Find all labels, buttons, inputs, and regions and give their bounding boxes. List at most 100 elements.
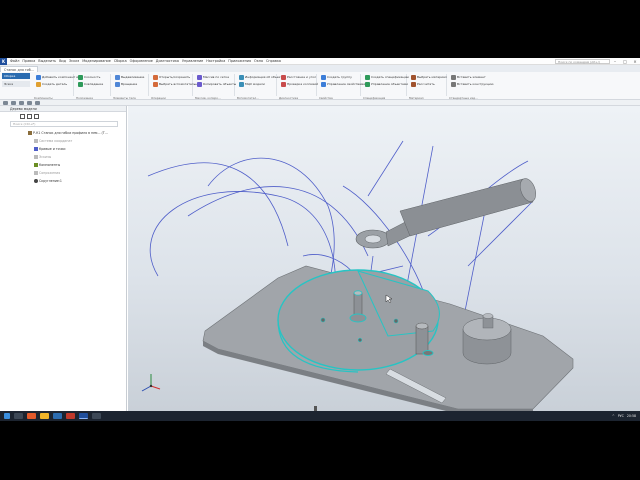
ribbon-group-components: Добавить компонент из... Создать деталь …	[34, 74, 83, 100]
revolve-icon	[115, 81, 120, 87]
menu-item[interactable]: Управление	[182, 59, 203, 63]
menu-item[interactable]: Настройка	[206, 59, 225, 63]
clock[interactable]: 20:58	[627, 414, 636, 418]
mass-properties-icon	[239, 81, 244, 87]
menu-item[interactable]: Файл	[10, 59, 19, 63]
insert-element-button[interactable]: Вставить элемент	[451, 74, 486, 80]
spec-icon	[365, 74, 370, 80]
command-search-input[interactable]: Поиск по командам (Alt+/)	[555, 58, 610, 64]
menu-item[interactable]: Сборка	[114, 59, 127, 63]
kompas-taskbar-icon[interactable]	[79, 413, 88, 419]
menu-item[interactable]: Моделирование	[82, 59, 111, 63]
maximize-icon[interactable]: □	[620, 59, 630, 64]
coincidence-button[interactable]: Совпадение	[78, 81, 103, 87]
menu-item[interactable]: Выделить	[38, 59, 56, 63]
create-group-button[interactable]: Создать группу	[321, 74, 352, 80]
object-info-button[interactable]: Информация об объекте	[239, 74, 284, 80]
insert-structure-icon	[451, 81, 456, 87]
tree-search-input[interactable]: Поиск (Ctrl+F)	[10, 121, 118, 127]
close-icon[interactable]: ×	[630, 59, 640, 64]
insert-structure-button[interactable]: Вставить конструкцию	[451, 81, 494, 87]
center-pin-top	[353, 290, 363, 296]
section-icon[interactable]	[35, 100, 40, 105]
ribbon-group-standard: Вставить элемент Вставить конструкцию Ст…	[449, 74, 494, 100]
tree-node-components[interactable]: Компоненты	[0, 161, 126, 169]
ribbon-group-position: Соосность Совпадение Положение	[76, 74, 111, 100]
collision-check-button[interactable]: Проверка коллизий	[281, 81, 318, 87]
filter-icon[interactable]	[27, 100, 32, 105]
manage-objects-button[interactable]: Управление объектами	[365, 81, 408, 87]
extrude-button[interactable]: Выдавливание	[115, 74, 144, 80]
handle-tube[interactable]	[399, 178, 534, 237]
menu-item[interactable]: Правка	[22, 59, 35, 63]
tray-arrow-icon[interactable]: ^	[612, 414, 615, 418]
zoom-icon[interactable]	[19, 100, 24, 105]
mode-sketch-button[interactable]: Эскиз	[2, 81, 30, 87]
handle-eye-hole	[364, 234, 382, 244]
taskbar-app-icon[interactable]	[53, 413, 62, 419]
display-mode-icon[interactable]	[11, 100, 16, 105]
taskbar-app-icon[interactable]	[66, 413, 75, 419]
collision-icon	[281, 81, 286, 87]
ribbon-group-array: Массив по сетке Копировать объекты Масси…	[195, 74, 237, 100]
tree-node-sketches[interactable]: Эскизы	[0, 153, 126, 161]
taskbar-app-icon[interactable]	[92, 413, 101, 419]
distance-angle-button[interactable]: Расстояние и угол	[281, 74, 316, 80]
menu-item[interactable]: Вид	[59, 59, 66, 63]
tree-node-root[interactable]: Р-К1 Станок для гибки профиля в нем... (…	[0, 129, 126, 137]
sketch-icon	[34, 155, 38, 159]
open-save-button[interactable]: Открыть/сохранить	[153, 74, 190, 80]
menu-item[interactable]: Эскиз	[69, 59, 79, 63]
menu-item[interactable]: Приложения	[228, 59, 251, 63]
ribbon-group-auxiliary: Информация об объекте МЦХ модели Вспомог…	[237, 74, 285, 100]
disc-hole	[357, 337, 363, 343]
fillet-icon	[34, 179, 38, 183]
search-icon[interactable]	[14, 413, 23, 419]
tree-structure-icon[interactable]	[20, 113, 25, 119]
folder-icon[interactable]	[40, 413, 49, 419]
tree-node-coord-system[interactable]: Система координат	[0, 137, 126, 145]
coaxial-button[interactable]: Соосность	[78, 74, 100, 80]
tree-node-curves[interactable]: Кривые и точки	[0, 145, 126, 153]
start-icon[interactable]	[4, 413, 10, 419]
mates-icon	[34, 171, 38, 175]
menu-item[interactable]: Справка	[266, 59, 281, 63]
menu-item[interactable]: Окно	[254, 59, 263, 63]
roller-pin[interactable]	[415, 325, 429, 355]
axis-triad-icon	[141, 374, 161, 392]
coincidence-icon	[78, 81, 83, 87]
mode-assembly-button[interactable]: Сборка	[2, 73, 30, 79]
tree-node-mates[interactable]: Сопряжения	[0, 169, 126, 177]
revolve-button[interactable]: Вращение	[115, 81, 137, 87]
view-orientation-icon[interactable]	[3, 100, 8, 105]
grid-array-button[interactable]: Массив по сетке	[197, 74, 229, 80]
center-pin[interactable]	[353, 292, 363, 316]
manage-properties-button[interactable]: Управление свойствами	[321, 81, 365, 87]
calculate-icon	[411, 81, 416, 87]
menu-item[interactable]: Диагностика	[156, 59, 179, 63]
clamp-knob-top	[482, 313, 494, 319]
system-tray: ^ РУС 20:58	[612, 414, 640, 418]
create-part-button[interactable]: Создать деталь	[36, 81, 67, 87]
taskbar-app-icon[interactable]	[27, 413, 36, 419]
ribbon-group-body: Выдавливание Вращение Элементы тела	[113, 74, 149, 100]
minimize-icon[interactable]: –	[610, 59, 620, 64]
create-spec-button[interactable]: Создать спецификацию	[365, 74, 409, 80]
roller-hole	[422, 350, 434, 356]
menu-item[interactable]: Оформление	[130, 59, 153, 63]
disc-hole	[393, 318, 399, 324]
tree-filter-icon[interactable]	[27, 113, 32, 119]
tree-node-fillet[interactable]: Скругление:1	[0, 177, 126, 185]
mass-properties-button[interactable]: МЦХ модели	[239, 81, 265, 87]
windows-taskbar: ^ РУС 20:58	[0, 411, 640, 421]
model-tree: Р-К1 Станок для гибки профиля в нем... (…	[0, 129, 126, 185]
assembly-icon	[28, 131, 32, 135]
language-indicator[interactable]: РУС	[618, 414, 624, 418]
select-material-button[interactable]: Выбрать материал	[411, 74, 447, 80]
select-aux-icon	[153, 81, 158, 87]
copy-objects-button[interactable]: Копировать объекты	[197, 81, 236, 87]
calculate-button[interactable]: Рассчитать	[411, 81, 435, 87]
ribbon-group-diagnostics: Расстояние и угол Проверка коллизий Диаг…	[279, 74, 319, 100]
tree-settings-icon[interactable]	[34, 113, 39, 119]
3d-viewport[interactable]	[128, 106, 640, 411]
